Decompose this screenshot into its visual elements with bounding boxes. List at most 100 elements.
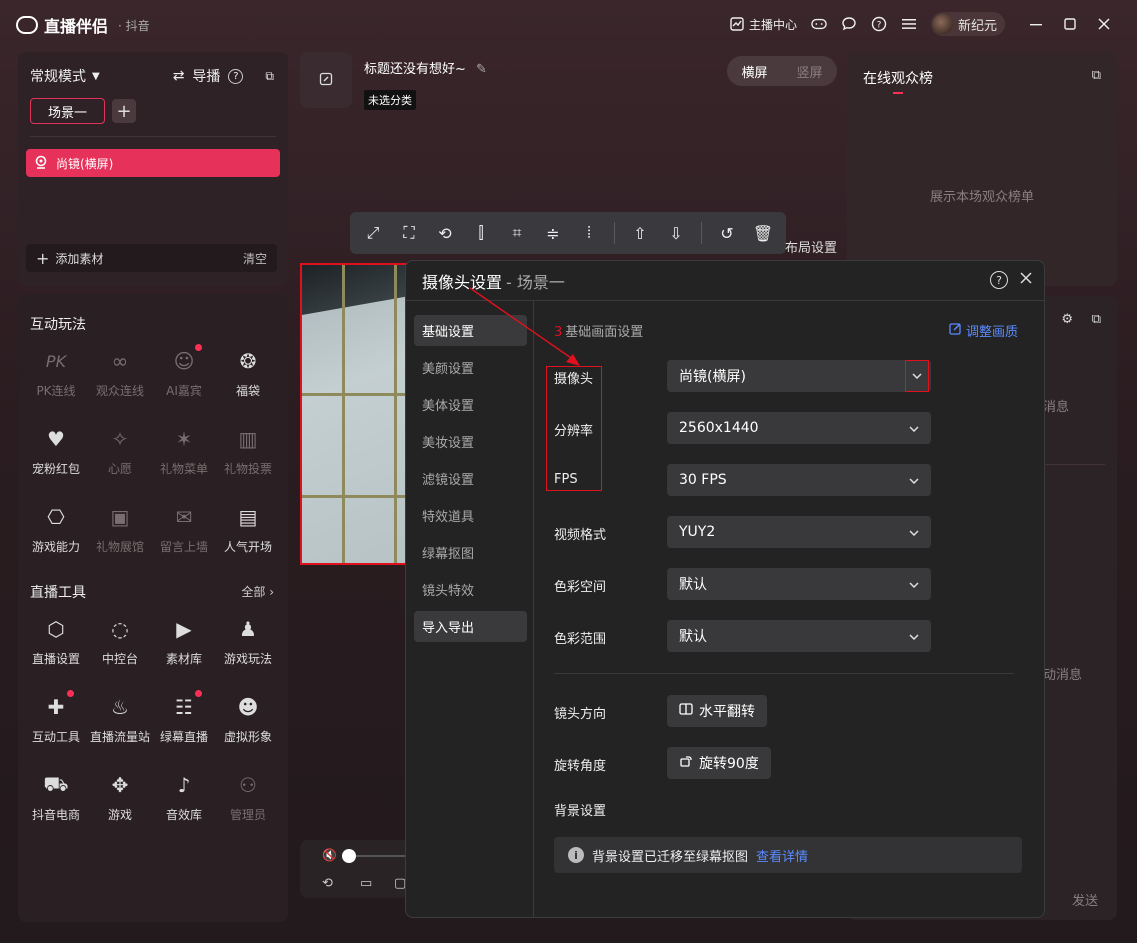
settings-nav-item[interactable]: 美妆设置 — [414, 426, 527, 457]
cover-edit-button[interactable] — [300, 52, 352, 108]
popout-icon[interactable]: ⧉ — [1092, 312, 1101, 327]
stream-title[interactable]: 标题还没有想好~ ✎ — [364, 58, 487, 77]
volume-slider[interactable] — [342, 849, 356, 863]
tool-item[interactable]: ☷ 绿幕直播 — [152, 684, 216, 762]
orientation-toggle[interactable]: 横屏 竖屏 — [727, 56, 837, 86]
fit-screen-button[interactable]: ⤢ — [358, 218, 388, 248]
rotate-button[interactable]: ⟲ — [430, 218, 460, 248]
move-top-button[interactable]: ⇧ — [625, 218, 655, 248]
popout-icon[interactable]: ⧉ — [265, 69, 274, 84]
interactive-item[interactable]: ▣ 礼物展馆 — [88, 494, 152, 572]
interactive-item[interactable]: ▤ 人气开场 — [216, 494, 280, 572]
tool-item[interactable]: ▶ 素材库 — [152, 606, 216, 684]
add-scene-button[interactable]: + — [112, 99, 136, 123]
interactive-item[interactable]: ✧ 心愿 — [88, 416, 152, 494]
help-button[interactable]: ? — [871, 16, 887, 32]
setting-select[interactable]: 30 FPS — [667, 464, 931, 496]
tool-item[interactable]: ✥ 游戏 — [88, 762, 152, 840]
rank-title[interactable]: 在线观众榜 — [863, 68, 933, 88]
maximize-icon — [1064, 15, 1076, 34]
interactive-item[interactable]: PK PK连线 — [24, 338, 88, 416]
settings-nav-item[interactable]: 基础设置 — [414, 315, 527, 346]
interactive-item[interactable]: ♥ 宠粉红包 — [24, 416, 88, 494]
setting-select[interactable]: 默认 — [667, 568, 931, 600]
camera-preview[interactable] — [300, 263, 410, 565]
interactive-item[interactable]: ❂ 福袋 — [216, 338, 280, 416]
camera-switch-icon[interactable]: ⟲ — [322, 876, 333, 891]
setting-select[interactable]: YUY2 — [667, 516, 931, 548]
add-source-button[interactable]: + 添加素材 — [36, 249, 103, 268]
tool-item[interactable]: ☻ 虚拟形象 — [216, 684, 280, 762]
chevron-down-icon[interactable] — [905, 360, 929, 392]
setting-select[interactable]: 默认 — [667, 620, 931, 652]
settings-icon[interactable]: ⚙ — [1061, 312, 1073, 327]
tool-item[interactable]: ♟ 游戏玩法 — [216, 606, 280, 684]
chevron-down-icon — [909, 474, 919, 487]
interactive-item[interactable]: ∞ 观众连线 — [88, 338, 152, 416]
interactive-item[interactable]: ▥ 礼物投票 — [216, 416, 280, 494]
portrait-option[interactable]: 竖屏 — [796, 62, 822, 81]
guide-button[interactable]: 导播 — [192, 66, 220, 86]
minimize-button[interactable] — [1019, 0, 1053, 48]
layout-settings-link[interactable]: 布局设置 — [785, 237, 837, 256]
landscape-option[interactable]: 横屏 — [741, 62, 767, 81]
reset-button[interactable]: ↺ — [712, 218, 742, 248]
mute-icon[interactable]: 🔇 — [322, 848, 337, 862]
close-icon[interactable] — [1020, 272, 1032, 288]
setting-select[interactable]: 2560x1440 — [667, 412, 931, 444]
settings-nav-item[interactable]: 美颜设置 — [414, 352, 527, 383]
interactive-label: 礼物投票 — [223, 462, 272, 476]
interactive-item[interactable]: ⎔ 游戏能力 — [24, 494, 88, 572]
tool-item[interactable]: ♪ 音效库 — [152, 762, 216, 840]
chat-peek-text: 消息 — [1043, 400, 1070, 415]
source-item[interactable]: 尚镜(横屏) — [26, 149, 280, 177]
flip-horizontal-button[interactable]: 水平翻转 — [667, 695, 767, 727]
send-button[interactable]: 发送 — [1065, 886, 1105, 912]
tool-item[interactable]: ⬡ 直播设置 — [24, 606, 88, 684]
interactive-item[interactable]: ✉ 留言上墙 — [152, 494, 216, 572]
interactive-item[interactable]: ✶ 礼物菜单 — [152, 416, 216, 494]
scene-tab[interactable]: 场景一 — [30, 98, 105, 124]
category-badge[interactable]: 未选分类 — [364, 90, 416, 110]
setting-select[interactable]: 尚镜(横屏) — [667, 360, 931, 392]
crop-button[interactable]: ⌗ — [502, 218, 532, 248]
settings-nav-item[interactable]: 绿幕抠图 — [414, 537, 527, 568]
host-center-link[interactable]: 主播中心 — [729, 16, 797, 33]
settings-nav-item[interactable]: 特效道具 — [414, 500, 527, 531]
background-settings-label: 背景设置 — [554, 804, 607, 819]
settings-nav-item[interactable]: 滤镜设置 — [414, 463, 527, 494]
settings-nav-item[interactable]: 导入导出 — [414, 611, 527, 642]
view-details-link[interactable]: 查看详情 — [756, 846, 808, 865]
tool-item[interactable]: ⚇ 管理员 — [216, 762, 280, 840]
message-button[interactable] — [841, 16, 857, 32]
help-icon[interactable]: ? — [990, 271, 1008, 289]
user-profile[interactable]: 新纪元 — [930, 12, 1005, 36]
camcorder-icon[interactable]: ▭ — [360, 876, 372, 891]
tool-item[interactable]: ♨ 直播流量站 — [88, 684, 152, 762]
settings-nav-item[interactable]: 镜头特效 — [414, 574, 527, 605]
maximize-button[interactable] — [1053, 0, 1087, 48]
tool-item[interactable]: ◌ 中控台 — [88, 606, 152, 684]
gamepad-button[interactable] — [811, 16, 827, 32]
rotate-90-button[interactable]: 旋转90度 — [667, 747, 771, 779]
stretch-button[interactable]: ⛶ — [394, 218, 424, 248]
adjust-quality-link[interactable]: 调整画质 — [949, 321, 1018, 340]
clear-button[interactable]: 清空 — [243, 250, 267, 267]
all-tools-link[interactable]: 全部 › — [241, 583, 274, 600]
tool-item[interactable]: ✚ 互动工具 — [24, 684, 88, 762]
close-window-button[interactable] — [1087, 0, 1121, 48]
mode-select[interactable]: 常规模式 ▼ — [30, 66, 100, 86]
interactive-item[interactable]: ☺ AI嘉宾 — [152, 338, 216, 416]
help-icon[interactable]: ? — [228, 68, 244, 84]
menu-button[interactable] — [901, 16, 917, 32]
volume-track[interactable] — [356, 855, 410, 857]
move-bottom-button[interactable]: ⇩ — [661, 218, 691, 248]
edit-icon — [319, 71, 333, 90]
delete-button[interactable]: 🗑 — [748, 218, 778, 248]
mirror-button[interactable]: ⫿ — [466, 218, 496, 248]
center-v-button[interactable]: ≑ — [538, 218, 568, 248]
center-h-button[interactable]: ⦙ — [574, 218, 604, 248]
popout-icon[interactable]: ⧉ — [1092, 68, 1101, 83]
settings-nav-item[interactable]: 美体设置 — [414, 389, 527, 420]
tool-item[interactable]: ⛟ 抖音电商 — [24, 762, 88, 840]
